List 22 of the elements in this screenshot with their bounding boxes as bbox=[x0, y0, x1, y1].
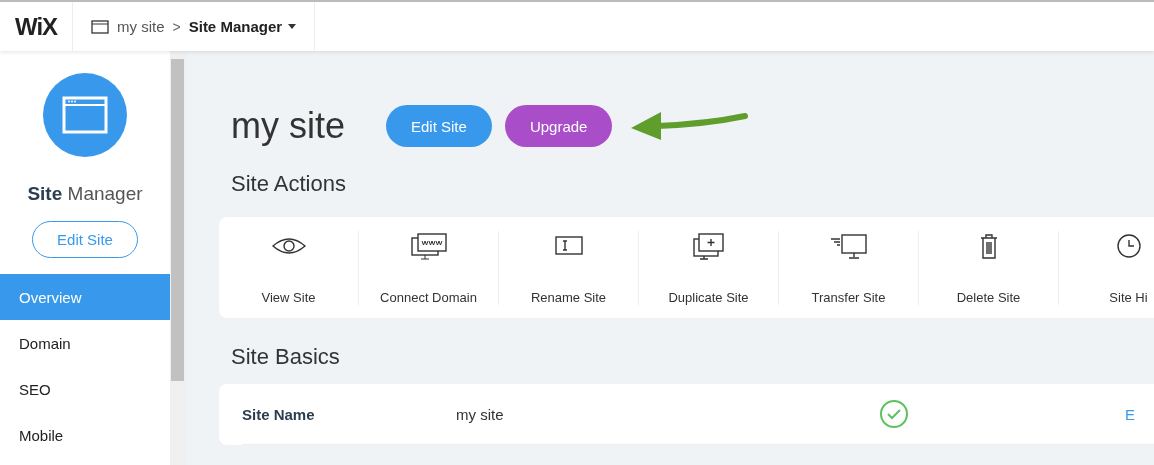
page-dropdown[interactable]: Site Manager bbox=[188, 18, 297, 35]
field-label: Site Name bbox=[242, 405, 316, 423]
sidebar-title: Site Manager bbox=[26, 183, 144, 205]
action-link[interactable]: Duplicate Site bbox=[668, 289, 749, 305]
breadcrumb-link[interactable]: my site bbox=[117, 18, 165, 35]
scrollbar-thumb[interactable] bbox=[171, 59, 184, 381]
field-value: my site bbox=[456, 405, 505, 423]
monitor-icon bbox=[408, 230, 449, 261]
caret-icon bbox=[288, 24, 297, 29]
action-link[interactable]: Delete Site bbox=[956, 289, 1021, 305]
action-link[interactable]: Rename Site bbox=[530, 289, 607, 305]
site-title: my site bbox=[231, 105, 345, 147]
action-link[interactable]: Connect Domain bbox=[380, 289, 477, 305]
breadcrumb-separator: > bbox=[172, 18, 181, 35]
section-heading: Site Actions bbox=[231, 171, 347, 197]
action-link[interactable]: Site Hi bbox=[1109, 289, 1148, 305]
browser-window-icon bbox=[91, 19, 109, 34]
action-link[interactable]: View Site bbox=[261, 289, 316, 305]
action-link[interactable]: Transfer Site bbox=[811, 289, 886, 305]
section-heading: Site Basics bbox=[231, 344, 341, 370]
browser-window-icon bbox=[62, 96, 108, 134]
upgrade-button[interactable]: Upgrade bbox=[504, 105, 613, 147]
